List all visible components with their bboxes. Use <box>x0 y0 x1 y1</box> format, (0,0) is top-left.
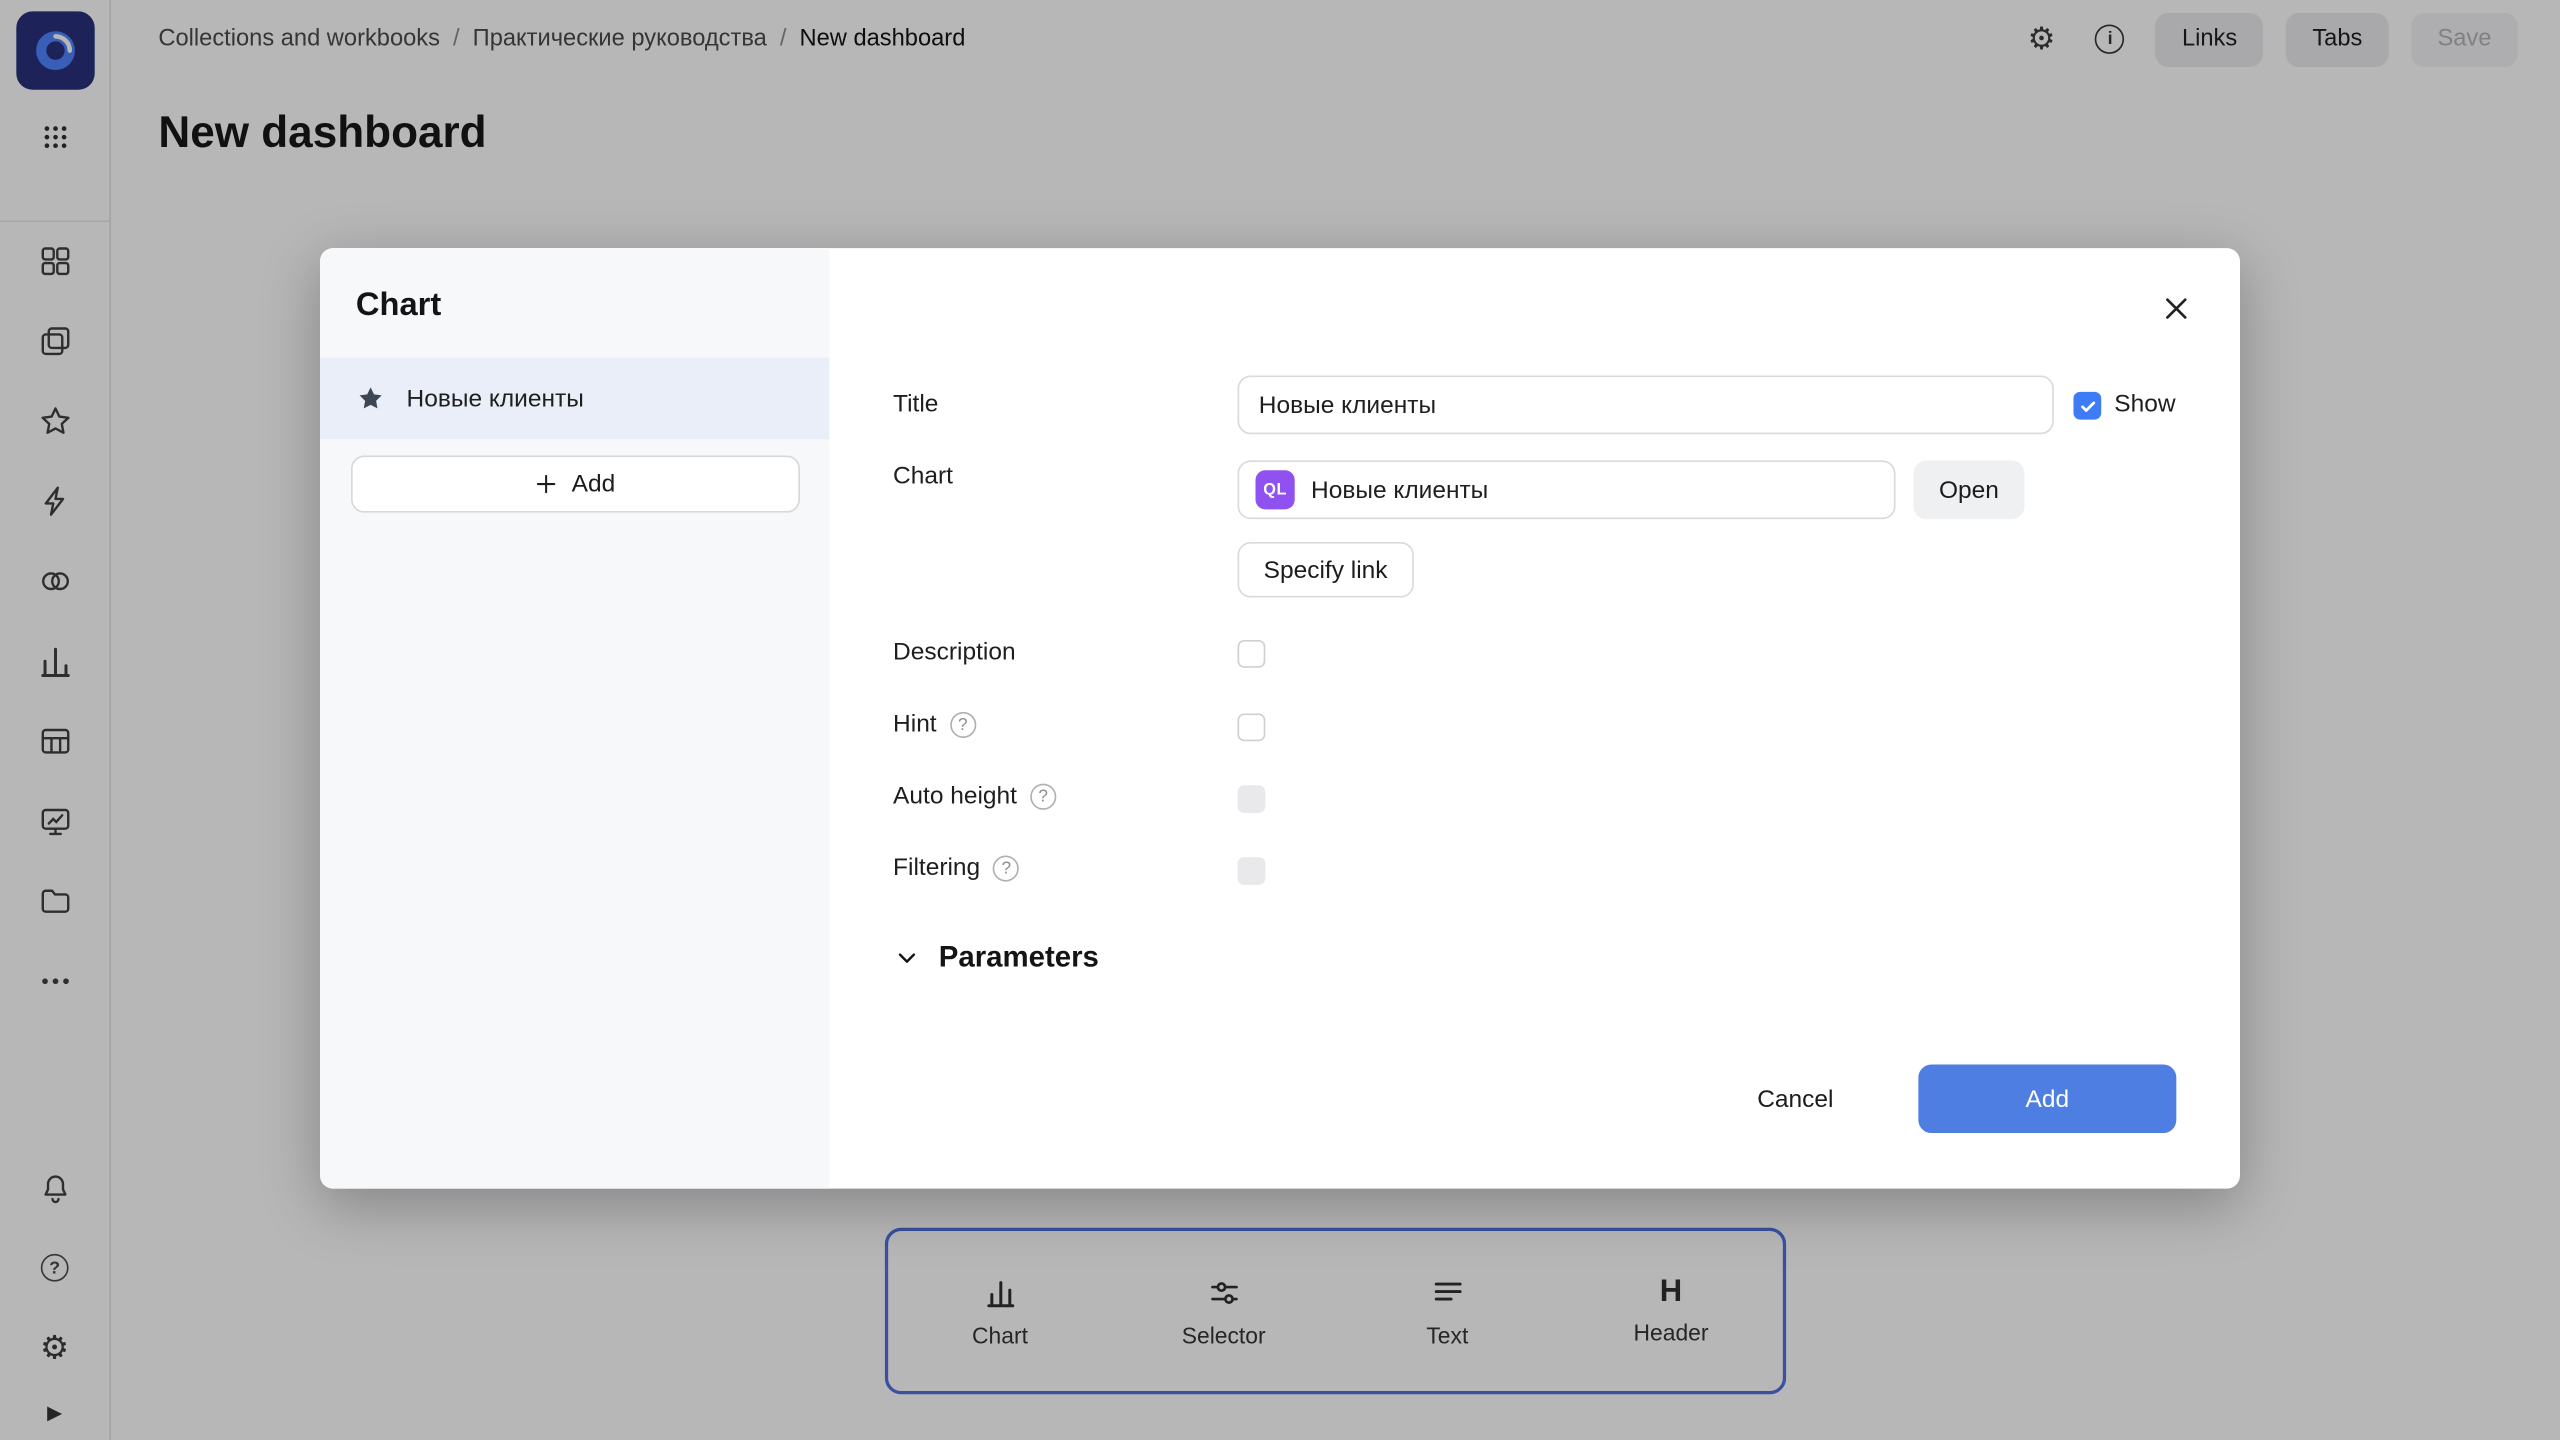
list-item-label: Новые клиенты <box>407 384 584 412</box>
chart-list: Новые клиенты <box>320 358 829 440</box>
auto-height-help-icon[interactable]: ? <box>1030 784 1056 810</box>
dialog-footer: Cancel Add <box>1738 1064 2177 1133</box>
chart-name: Новые клиенты <box>1311 476 1488 504</box>
dialog-title: Chart <box>356 287 829 325</box>
title-input[interactable] <box>1238 376 2054 435</box>
plus-icon <box>534 472 558 496</box>
cancel-button[interactable]: Cancel <box>1738 1064 1853 1133</box>
ql-badge: QL <box>1256 470 1295 509</box>
check-icon <box>2078 396 2098 416</box>
parameters-section-toggle[interactable]: Parameters <box>893 940 1099 974</box>
chart-field-label: Chart <box>893 460 953 493</box>
close-icon[interactable] <box>2155 287 2197 329</box>
hint-label: Hint ? <box>893 709 976 742</box>
add-chart-dialog: Chart Новые клиенты Add <box>320 248 2240 1188</box>
screen: ? ⚙ ▶ Collections and workbooks / Практи… <box>0 0 2560 1440</box>
star-icon <box>356 384 385 413</box>
auto-height-label: Auto height ? <box>893 780 1056 813</box>
chart-select-field[interactable]: QL Новые клиенты <box>1238 460 1896 519</box>
filtering-label: Filtering ? <box>893 852 1019 885</box>
hint-checkbox[interactable] <box>1238 713 1266 741</box>
dialog-left-pane: Chart Новые клиенты Add <box>320 248 829 1188</box>
title-field-label: Title <box>893 389 938 422</box>
hint-help-icon[interactable]: ? <box>950 712 976 738</box>
show-checkbox[interactable] <box>2073 392 2101 420</box>
show-checkbox-label: Show <box>2114 390 2175 418</box>
parameters-label: Parameters <box>939 940 1099 974</box>
description-checkbox[interactable] <box>1238 640 1266 668</box>
chevron-down-icon <box>893 944 921 972</box>
auto-height-checkbox <box>1238 785 1266 813</box>
dialog-form: Title Show Chart QL Новые клиенты Open S… <box>829 248 2240 1188</box>
description-label: Description <box>893 637 1016 670</box>
filtering-checkbox <box>1238 857 1266 885</box>
add-button[interactable]: Add <box>1918 1064 2176 1133</box>
add-tab-label: Add <box>572 470 616 498</box>
specify-link-button[interactable]: Specify link <box>1238 542 1414 598</box>
filtering-help-icon[interactable]: ? <box>993 856 1019 882</box>
add-tab-button[interactable]: Add <box>350 456 799 513</box>
open-button[interactable]: Open <box>1913 460 2024 519</box>
list-item[interactable]: Новые клиенты <box>320 358 829 440</box>
